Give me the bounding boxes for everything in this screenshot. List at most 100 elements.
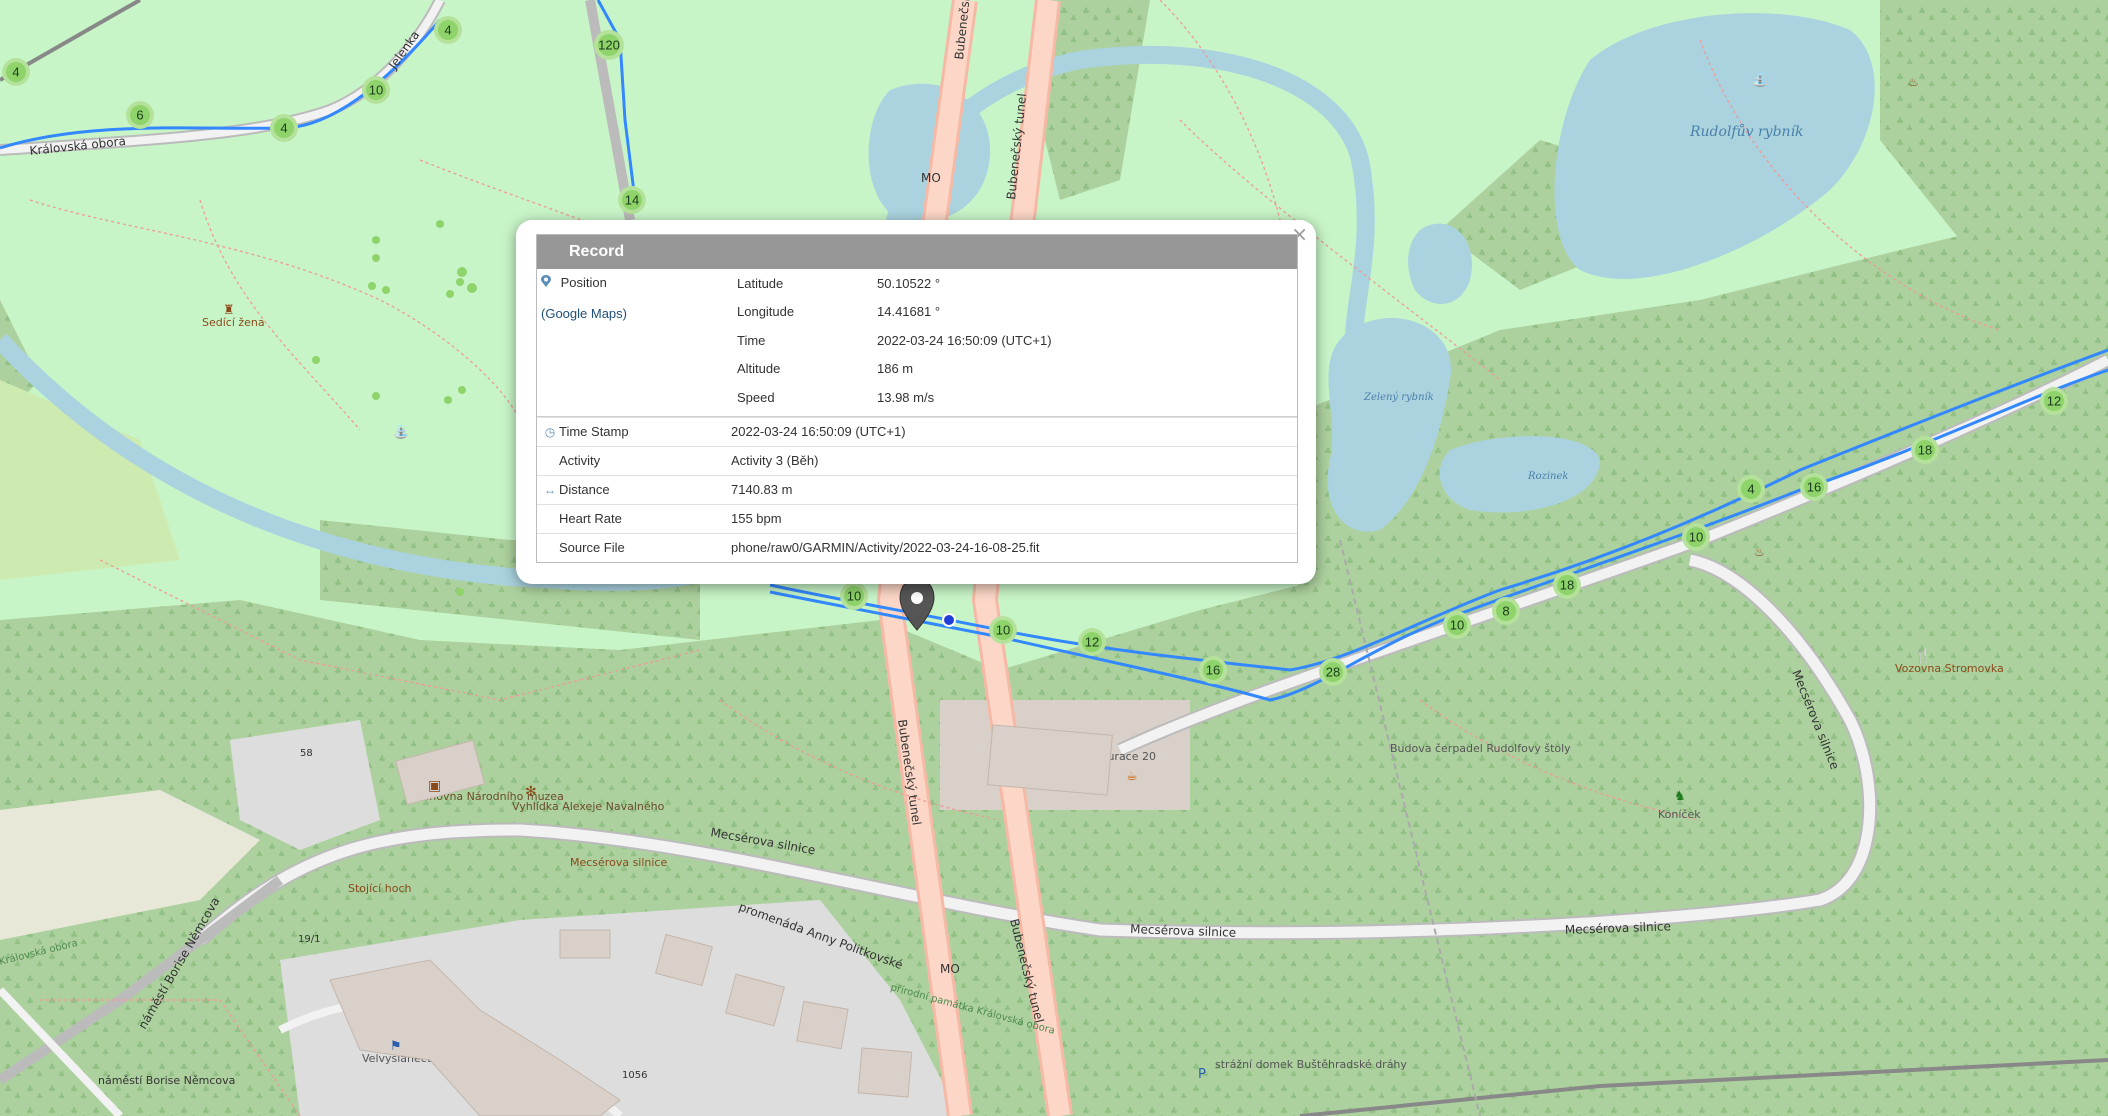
latitude-label: Latitude xyxy=(737,275,784,291)
cluster-marker[interactable]: 18 xyxy=(1911,436,1939,464)
svg-text:120: 120 xyxy=(598,38,620,53)
cluster-marker[interactable]: 28 xyxy=(1319,658,1347,686)
activity-value: Activity 3 (Běh) xyxy=(731,453,819,468)
poi-label: Vyhlídka Alexeje Navalného xyxy=(512,800,665,813)
svg-text:16: 16 xyxy=(1206,663,1220,678)
cluster-marker[interactable]: 18 xyxy=(1553,571,1581,599)
latitude-row: Latitude 50.10522 ° xyxy=(731,269,1297,298)
cluster-marker[interactable]: 4 xyxy=(270,114,298,142)
record-panel: Record Position (Google Maps) Latitude 50… xyxy=(536,234,1298,563)
house-number: 19/1 xyxy=(298,934,320,945)
svg-text:10: 10 xyxy=(1689,530,1703,545)
cluster-marker[interactable]: 4 xyxy=(2,58,30,86)
longitude-label: Longitude xyxy=(737,304,795,320)
svg-text:6: 6 xyxy=(136,108,143,123)
svg-text:10: 10 xyxy=(996,623,1010,638)
speed-value: 13.98 m/s xyxy=(877,389,935,405)
svg-text:14: 14 xyxy=(625,193,639,208)
time-row: Time 2022-03-24 16:50:09 (UTC+1) xyxy=(731,326,1297,355)
flag-icon: ⚑ xyxy=(390,1039,402,1054)
playground-icon: ♞ xyxy=(1674,789,1686,804)
poi-label: strážní domek Buštěhradské dráhy xyxy=(1215,1058,1407,1071)
latitude-value: 50.10522 ° xyxy=(877,275,941,291)
parking-icon: P xyxy=(1198,1067,1206,1082)
street-label: MO xyxy=(940,962,960,976)
svg-text:10: 10 xyxy=(1450,618,1464,633)
svg-text:28: 28 xyxy=(1326,665,1340,680)
svg-text:16: 16 xyxy=(1807,480,1821,495)
poi-label: Budova čerpadel Rudolfovy štoly xyxy=(1390,742,1571,755)
water-label: Rudolfův rybník xyxy=(1689,123,1804,140)
cluster-marker[interactable]: 10 xyxy=(1443,611,1471,639)
cluster-marker[interactable]: 16 xyxy=(1199,656,1227,684)
speed-label: Speed xyxy=(737,389,775,405)
house-number: 58 xyxy=(300,748,313,759)
cafe-icon: ☕ xyxy=(1126,769,1138,784)
cafe-icon: ♨ xyxy=(1908,75,1919,89)
cluster-marker[interactable]: 10 xyxy=(1682,523,1710,551)
altitude-label: Altitude xyxy=(737,361,781,377)
svg-text:4: 4 xyxy=(444,23,451,38)
svg-text:18: 18 xyxy=(1560,578,1574,593)
restaurant-icon: 🍴 xyxy=(1914,647,1931,664)
poi-label: náměstí Borise Němcova xyxy=(98,1074,235,1087)
cluster-marker[interactable]: 16 xyxy=(1800,473,1828,501)
cluster-marker[interactable]: 8 xyxy=(1492,597,1520,625)
fountain-icon: ⛲ xyxy=(1752,72,1768,88)
cluster-marker[interactable]: 4 xyxy=(1737,475,1765,503)
longitude-row: Longitude 14.41681 ° xyxy=(731,298,1297,327)
cafe-icon: ♨ xyxy=(1754,545,1765,559)
poi-label: Mecsérova silnice xyxy=(570,856,667,869)
svg-text:12: 12 xyxy=(2047,394,2061,409)
fountain-icon: ⛲ xyxy=(393,424,409,440)
cluster-marker[interactable]: 4 xyxy=(434,16,462,44)
statue-icon: ♜ xyxy=(223,303,235,318)
svg-text:10: 10 xyxy=(847,589,861,604)
pond xyxy=(1408,223,1472,304)
source-file-value: phone/raw0/GARMIN/Activity/2022-03-24-16… xyxy=(731,540,1040,555)
svg-text:4: 4 xyxy=(12,65,19,80)
distance-row: ↔ Distance 7140.83 m xyxy=(537,474,1297,504)
position-label: Position xyxy=(560,275,607,290)
cluster-marker[interactable]: 6 xyxy=(126,101,154,129)
source-file-label: Source File xyxy=(559,540,625,555)
heart-rate-value: 155 bpm xyxy=(731,511,782,526)
cluster-marker[interactable]: 10 xyxy=(840,582,868,610)
cluster-marker[interactable]: 12 xyxy=(2040,387,2068,415)
google-maps-link[interactable]: (Google Maps) xyxy=(541,306,627,321)
distance-value: 7140.83 m xyxy=(731,482,793,497)
street-label: MO xyxy=(921,171,941,185)
altitude-row: Altitude 186 m xyxy=(731,355,1297,384)
svg-text:4: 4 xyxy=(280,121,287,136)
viewpoint-icon: ✻ xyxy=(525,784,537,800)
map-pin-icon xyxy=(541,275,555,290)
timestamp-row: ◷ Time Stamp 2022-03-24 16:50:09 (UTC+1) xyxy=(537,416,1297,446)
house-number: 1056 xyxy=(622,1070,647,1081)
time-label: Time xyxy=(737,332,766,348)
svg-text:12: 12 xyxy=(1085,635,1099,650)
svg-text:18: 18 xyxy=(1918,443,1932,458)
popup-title: Record xyxy=(537,235,1297,269)
timestamp-value: 2022-03-24 16:50:09 (UTC+1) xyxy=(731,424,906,439)
water-label: Zelený rybník xyxy=(1363,392,1434,403)
activity-row: Activity Activity 3 (Běh) xyxy=(537,445,1297,475)
cluster-marker[interactable]: 10 xyxy=(362,76,390,104)
water-label: Rozinek xyxy=(1527,471,1568,482)
source-file-row: Source File phone/raw0/GARMIN/Activity/2… xyxy=(537,532,1297,562)
current-point-icon xyxy=(942,613,956,627)
cluster-marker[interactable]: 120 xyxy=(594,30,624,60)
cluster-marker[interactable]: 10 xyxy=(989,616,1017,644)
clock-icon: ◷ xyxy=(544,424,556,439)
position-details: Latitude 50.10522 ° Longitude 14.41681 ° T… xyxy=(731,269,1297,412)
altitude-value: 186 m xyxy=(877,361,914,377)
activity-label: Activity xyxy=(559,453,601,468)
position-label-row: Position xyxy=(541,275,731,290)
svg-text:8: 8 xyxy=(1502,604,1509,619)
distance-arrows-icon: ↔ xyxy=(544,482,556,497)
cluster-marker[interactable]: 14 xyxy=(618,186,646,214)
cluster-marker[interactable]: 12 xyxy=(1078,628,1106,656)
time-value: 2022-03-24 16:50:09 (UTC+1) xyxy=(877,332,1052,348)
position-section: Position (Google Maps) Latitude 50.10522 … xyxy=(537,269,1297,417)
record-popup: × Record Position (Google Maps) Latitude… xyxy=(516,220,1316,584)
svg-text:10: 10 xyxy=(369,83,383,98)
